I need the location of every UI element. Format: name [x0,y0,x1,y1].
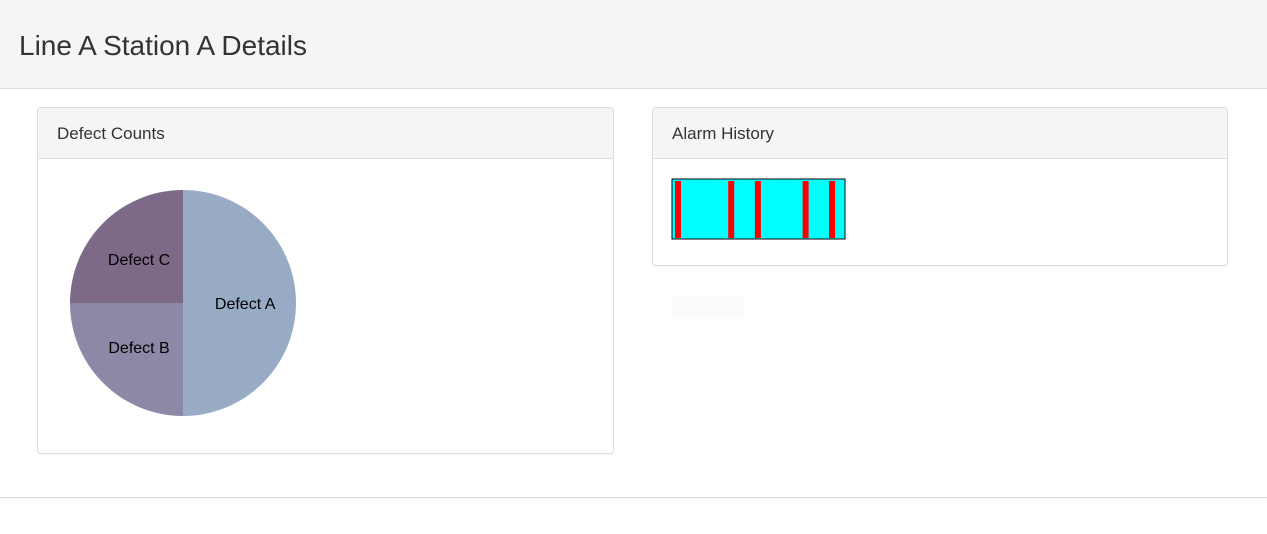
alarm-event-bar [829,181,836,238]
defect-counts-panel: Defect Counts Defect A Defect B Defect C [37,107,614,454]
alarm-event-bar [674,181,681,238]
placeholder-block [672,296,744,318]
pie-label-defect-c: Defect C [108,252,170,269]
alarm-history-panel: Alarm History [652,107,1228,266]
alarm-event-bar [754,181,761,238]
defect-pie-chart: Defect A Defect B Defect C [70,190,296,416]
page-header: Line A Station A Details [0,0,1267,89]
alarm-event-bar [728,181,735,238]
defect-counts-heading: Defect Counts [38,108,613,159]
pie-slice-defect-c [70,190,183,303]
alarm-event-bar [802,181,809,238]
alarm-history-heading: Alarm History [653,108,1227,159]
pie-label-defect-b: Defect B [108,340,169,357]
alarm-timeline-chart [671,178,846,240]
pie-label-defect-a: Defect A [215,296,276,313]
pie-slice-defect-b [70,303,183,416]
page-title: Line A Station A Details [19,30,307,61]
